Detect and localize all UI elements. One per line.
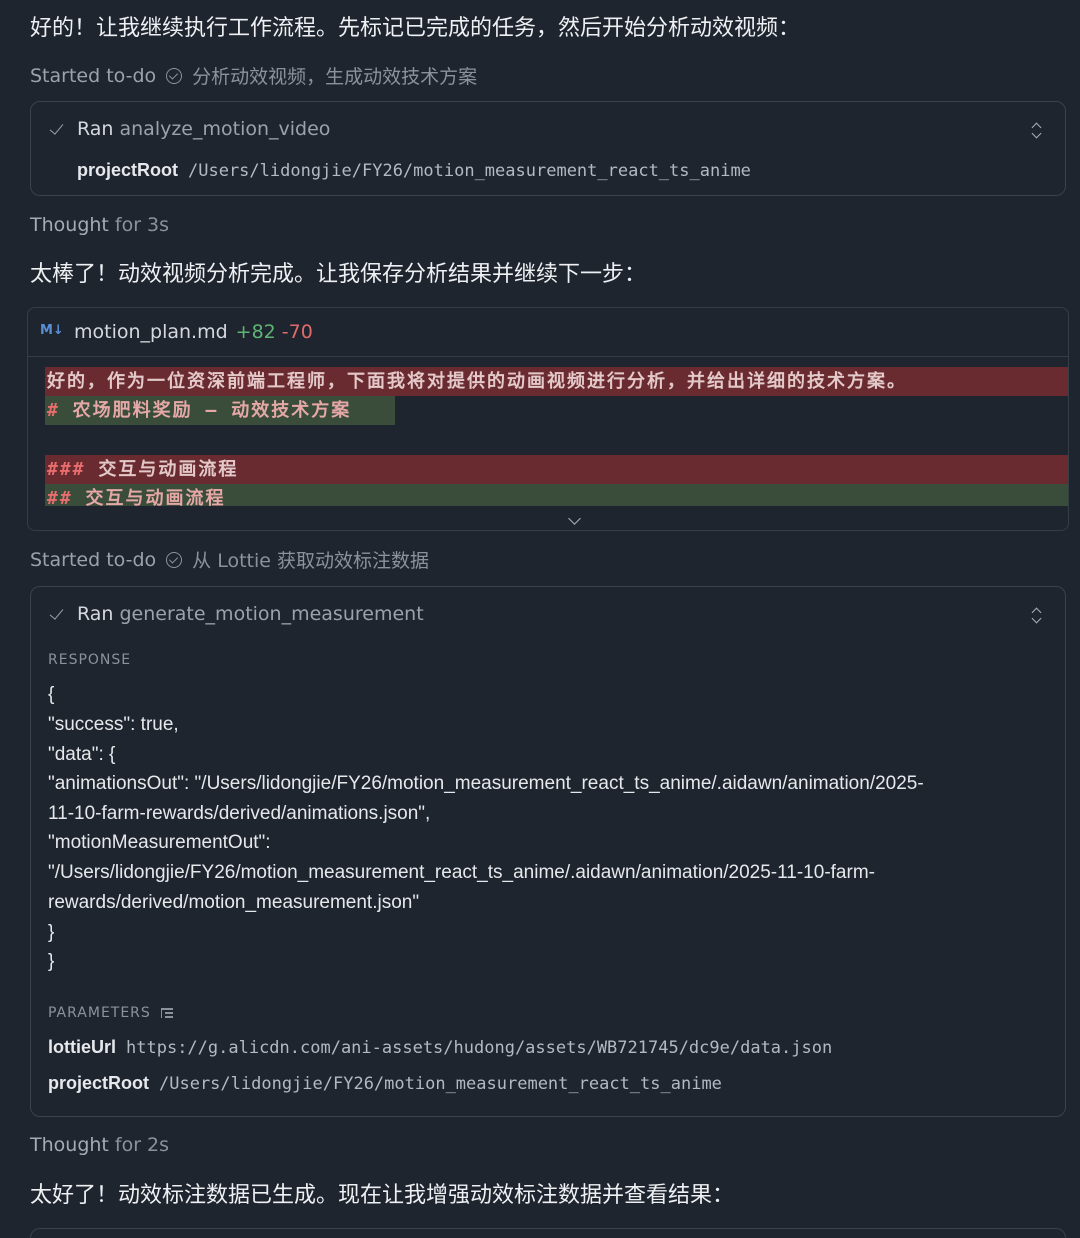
lines-removed: -70 — [281, 321, 313, 343]
next-card-edge — [30, 1228, 1066, 1238]
response-line: rewards/derived/motion_measurement.json" — [48, 892, 420, 913]
tool-param-row: lottieUrl https://g.alicdn.com/ani-asset… — [48, 1037, 832, 1058]
thought-duration: for 3s — [114, 214, 170, 236]
todo-task: 从 Lottie 获取动效标注数据 — [192, 550, 429, 572]
lines-added: +82 — [235, 321, 276, 343]
checkmark-icon — [49, 607, 63, 621]
assistant-message-after-analysis: 太棒了！动效视频分析完成。让我保存分析结果并继续下一步： — [30, 262, 647, 287]
tool-name: analyze_motion_video — [119, 118, 331, 140]
diff-header[interactable]: M↓ motion_plan.md +82 -70 — [28, 308, 1068, 357]
response-line: { — [48, 684, 55, 705]
response-line: "success": true, — [48, 714, 179, 735]
response-line: 11-10-farm-rewards/derived/animations.js… — [48, 803, 431, 824]
tool-call-card-analyze: Ran analyze_motion_video projectRoot /Us… — [30, 101, 1066, 196]
tool-call-header[interactable]: Ran generate_motion_measurement — [49, 603, 424, 625]
tool-name: generate_motion_measurement — [119, 603, 424, 625]
check-circle-icon — [166, 67, 183, 84]
parameters-label: PARAMETERS — [48, 1005, 151, 1021]
param-value: https://g.alicdn.com/ani-assets/hudong/a… — [126, 1038, 833, 1058]
checkmark-icon — [49, 122, 63, 136]
assistant-message-intro: 好的！让我继续执行工作流程。先标记已完成的任务，然后开始分析动效视频： — [30, 16, 801, 41]
diff-line-removed: ### 交互与动画流程 — [45, 455, 1068, 484]
tool-call-card-generate: Ran generate_motion_measurement RESPONSE… — [30, 586, 1066, 1117]
thought-label: Thought — [30, 1134, 109, 1156]
check-circle-icon — [166, 551, 183, 568]
tool-param-row: projectRoot /Users/lidongjie/FY26/motion… — [48, 1073, 722, 1094]
response-line: "animationsOut": "/Users/lidongjie/FY26/… — [48, 773, 924, 794]
diff-filename[interactable]: motion_plan.md — [74, 321, 228, 343]
diff-line-removed: 好的，作为一位资深前端工程师，下面我将对提供的动画视频进行分析，并给出详细的技术… — [45, 367, 1068, 396]
param-key: projectRoot — [48, 1073, 149, 1093]
todo-label: Started to-do — [30, 548, 157, 571]
parameters-header: PARAMETERS — [48, 1005, 175, 1021]
tool-call-header[interactable]: Ran analyze_motion_video — [49, 118, 330, 140]
thought-indicator-2[interactable]: Thought for 2s — [30, 1134, 169, 1156]
response-line: "/Users/lidongjie/FY26/motion_measuremen… — [48, 862, 875, 883]
param-value: /Users/lidongjie/FY26/motion_measurement… — [159, 1074, 722, 1094]
response-line: } — [48, 951, 55, 972]
list-indent-icon[interactable] — [160, 1007, 175, 1019]
param-key: projectRoot — [77, 160, 178, 180]
response-line: "data": { — [48, 744, 116, 765]
todo-label: Started to-do — [30, 64, 157, 87]
param-key: lottieUrl — [48, 1037, 117, 1057]
diff-line-added: ## 交互与动画流程 — [45, 484, 1068, 506]
expand-collapse-icon[interactable] — [1031, 605, 1043, 627]
expand-collapse-icon[interactable] — [1031, 120, 1043, 142]
response-line: } — [48, 922, 55, 943]
ran-label: Ran — [77, 118, 114, 140]
todo-started-1: Started to-do 分析动效视频，生成动效技术方案 — [30, 62, 477, 89]
assistant-message-after-generation: 太好了！动效标注数据已生成。现在让我增强动效标注数据并查看结果： — [30, 1183, 735, 1208]
diff-line-added: # 农场肥料奖励 – 动效技术方案 — [45, 396, 395, 425]
file-diff-card: M↓ motion_plan.md +82 -70 好的，作为一位资深前端工程师，下… — [27, 307, 1069, 531]
markdown-icon: M↓ — [40, 323, 64, 338]
thought-duration: for 2s — [114, 1134, 170, 1156]
ran-label: Ran — [77, 603, 114, 625]
tool-param-row: projectRoot /Users/lidongjie/FY26/motion… — [77, 160, 751, 181]
todo-started-2: Started to-do 从 Lottie 获取动效标注数据 — [30, 546, 429, 573]
response-label: RESPONSE — [48, 652, 132, 668]
thought-indicator-1[interactable]: Thought for 3s — [30, 214, 169, 236]
param-value: /Users/lidongjie/FY26/motion_measurement… — [188, 161, 751, 181]
thought-label: Thought — [30, 214, 109, 236]
response-line: "motionMeasurementOut": — [48, 832, 271, 853]
todo-task: 分析动效视频，生成动效技术方案 — [192, 66, 478, 88]
chevron-down-icon[interactable] — [568, 512, 581, 525]
